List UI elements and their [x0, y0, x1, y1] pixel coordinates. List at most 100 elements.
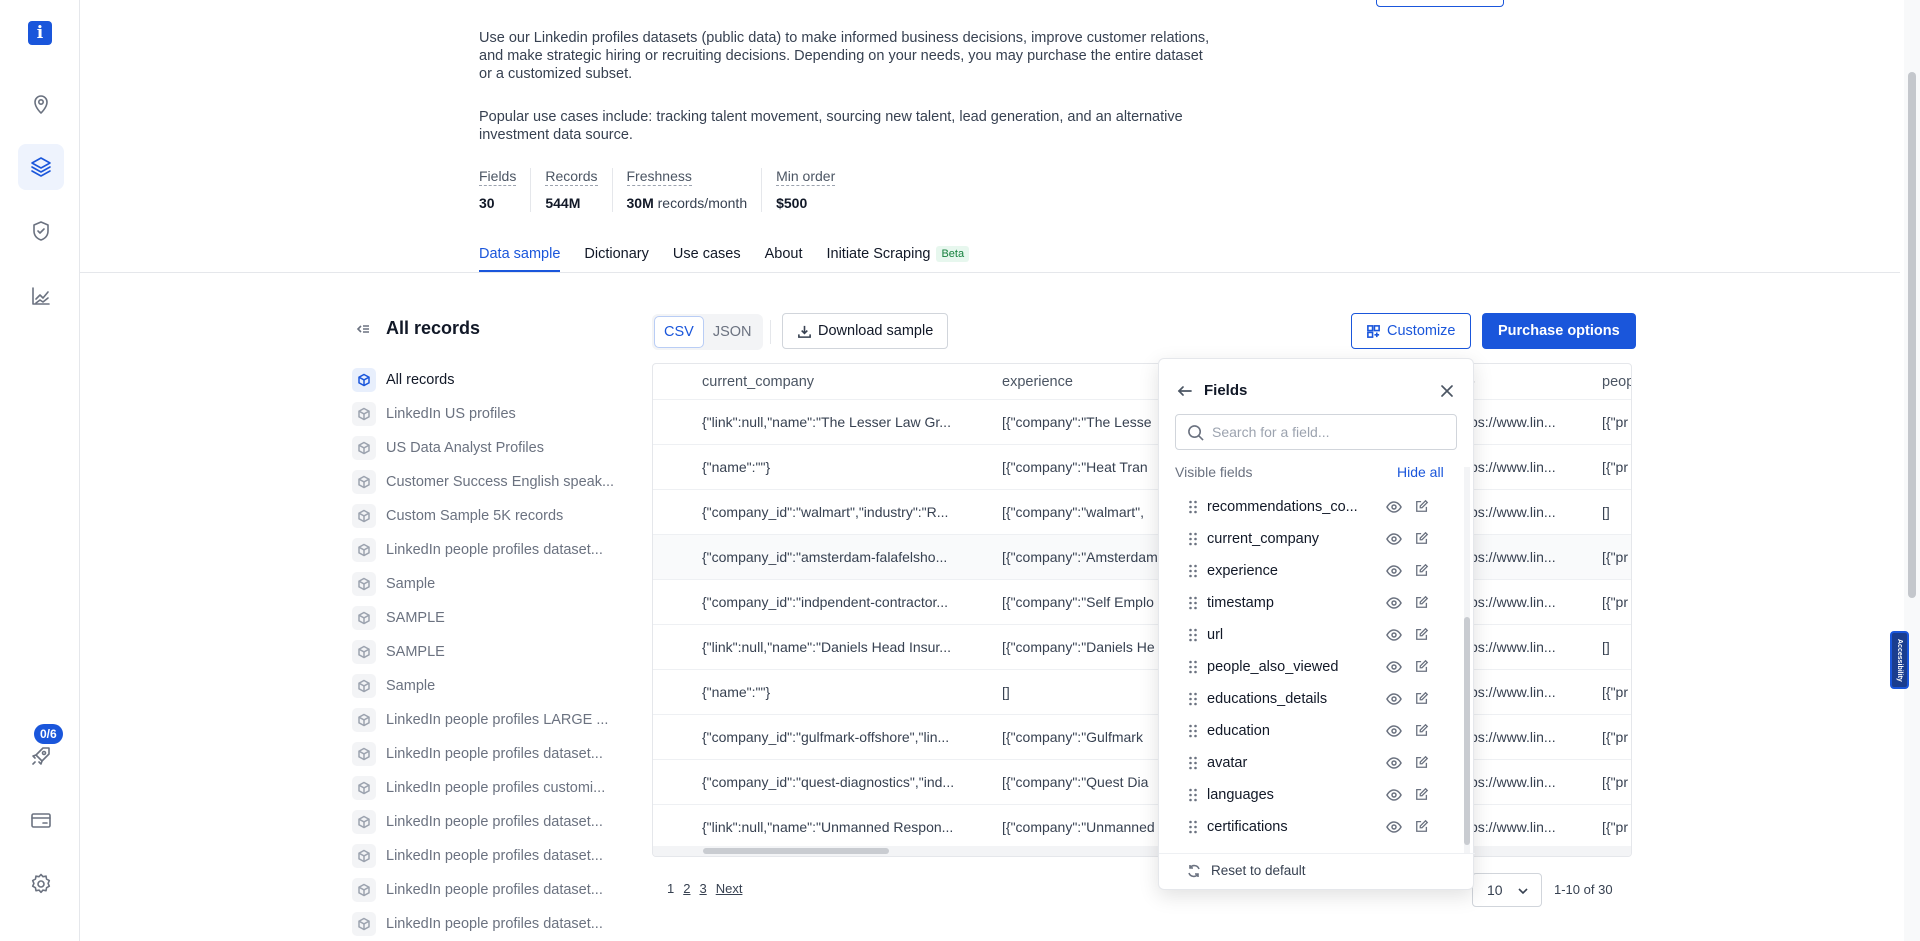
- column-header[interactable]: experience: [1002, 374, 1162, 390]
- gear-icon[interactable]: [18, 861, 64, 907]
- table-row[interactable]: {"link":null,"name":"Unmanned Respon... […: [653, 805, 1631, 850]
- eye-icon[interactable]: [1386, 564, 1402, 578]
- tab-dictionary[interactable]: Dictionary: [584, 244, 648, 272]
- credit-card-icon[interactable]: [18, 797, 64, 843]
- table-row[interactable]: {"name":""} [{"company":"Heat Tran ps://ww…: [653, 445, 1631, 490]
- drag-handle-icon[interactable]: [1188, 724, 1198, 738]
- purchase-options-button[interactable]: Purchase options: [1482, 313, 1636, 349]
- edit-icon[interactable]: [1414, 627, 1430, 643]
- record-list-item[interactable]: SAMPLE: [352, 635, 620, 669]
- record-list-item[interactable]: LinkedIn people profiles dataset...: [352, 533, 620, 567]
- record-list-item[interactable]: LinkedIn people profiles LARGE ...: [352, 703, 620, 737]
- drag-handle-icon[interactable]: [1188, 532, 1198, 546]
- table-row[interactable]: {"name":""} [] ps://www.lin... [{"pr: [653, 670, 1631, 715]
- eye-icon[interactable]: [1386, 660, 1402, 674]
- stat-label[interactable]: Min order: [776, 168, 836, 186]
- accessibility-widget-button[interactable]: Accessibility: [1890, 631, 1909, 689]
- record-list-item[interactable]: Sample: [352, 669, 620, 703]
- eye-icon[interactable]: [1386, 532, 1402, 546]
- stat-label[interactable]: Freshness: [626, 168, 692, 186]
- field-item[interactable]: certifications: [1159, 811, 1459, 843]
- scrollbar-thumb[interactable]: [1908, 72, 1916, 598]
- drag-handle-icon[interactable]: [1188, 564, 1198, 578]
- record-list-item[interactable]: LinkedIn people profiles dataset...: [352, 737, 620, 771]
- shield-check-icon[interactable]: [18, 208, 64, 254]
- edit-icon[interactable]: [1414, 563, 1430, 579]
- tab-data-sample[interactable]: Data sample: [479, 244, 561, 272]
- edit-icon[interactable]: [1414, 659, 1430, 675]
- back-arrow-icon[interactable]: [1177, 383, 1193, 399]
- header-action-button[interactable]: [1376, 0, 1504, 7]
- csv-format-button[interactable]: CSV: [654, 316, 704, 348]
- drag-handle-icon[interactable]: [1188, 692, 1198, 706]
- eye-icon[interactable]: [1386, 724, 1402, 738]
- field-item[interactable]: recommendations_co...: [1159, 491, 1459, 523]
- stat-label[interactable]: Fields: [479, 168, 517, 186]
- table-row[interactable]: {"company_id":"walmart","industry":"R...…: [653, 490, 1631, 535]
- table-row[interactable]: {"company_id":"gulfmark-offshore","lin..…: [653, 715, 1631, 760]
- location-pin-icon[interactable]: [18, 81, 64, 127]
- field-item[interactable]: education: [1159, 715, 1459, 747]
- record-list-item[interactable]: LinkedIn people profiles dataset...: [352, 805, 620, 839]
- page-scrollbar[interactable]: [1904, 0, 1920, 941]
- table-row[interactable]: {"link":null,"name":"The Lesser Law Gr..…: [653, 400, 1631, 445]
- record-list-item[interactable]: Custom Sample 5K records: [352, 499, 620, 533]
- eye-icon[interactable]: [1386, 628, 1402, 642]
- column-header[interactable]: current_company: [702, 374, 992, 390]
- tab-initiate-scraping[interactable]: Initiate Scraping Beta: [826, 244, 970, 272]
- customize-button[interactable]: Customize: [1351, 313, 1471, 349]
- field-item[interactable]: avatar: [1159, 747, 1459, 779]
- edit-icon[interactable]: [1414, 755, 1430, 771]
- json-format-button[interactable]: JSON: [704, 316, 761, 348]
- record-list-item[interactable]: SAMPLE: [352, 601, 620, 635]
- collapse-panel-icon[interactable]: [356, 322, 370, 336]
- drag-handle-icon[interactable]: [1188, 660, 1198, 674]
- eye-icon[interactable]: [1386, 596, 1402, 610]
- edit-icon[interactable]: [1414, 531, 1430, 547]
- reset-to-default-button[interactable]: Reset to default: [1187, 863, 1306, 878]
- record-list-item[interactable]: Customer Success English speak...: [352, 465, 620, 499]
- record-list-item[interactable]: US Data Analyst Profiles: [352, 431, 620, 465]
- close-icon[interactable]: [1439, 383, 1455, 399]
- field-item[interactable]: timestamp: [1159, 587, 1459, 619]
- next-page-link[interactable]: Next: [716, 881, 743, 896]
- record-list-item[interactable]: LinkedIn people profiles dataset...: [352, 839, 620, 873]
- record-list-item[interactable]: All records: [352, 363, 620, 397]
- drag-handle-icon[interactable]: [1188, 596, 1198, 610]
- table-row[interactable]: {"company_id":"amsterdam-falafelsho... [{…: [653, 535, 1631, 580]
- eye-icon[interactable]: [1386, 500, 1402, 514]
- edit-icon[interactable]: [1414, 595, 1430, 611]
- edit-icon[interactable]: [1414, 691, 1430, 707]
- column-header[interactable]: -: [1470, 374, 1570, 390]
- field-item[interactable]: url: [1159, 619, 1459, 651]
- chart-trend-icon[interactable]: [18, 273, 64, 319]
- table-row[interactable]: {"company_id":"quest-diagnostics","ind..…: [653, 760, 1631, 805]
- drag-handle-icon[interactable]: [1188, 788, 1198, 802]
- table-row[interactable]: {"company_id":"indpendent-contractor... […: [653, 580, 1631, 625]
- edit-icon[interactable]: [1414, 819, 1430, 835]
- stat-label[interactable]: Records: [545, 168, 598, 186]
- field-item[interactable]: languages: [1159, 779, 1459, 811]
- edit-icon[interactable]: [1414, 499, 1430, 515]
- scrollbar-thumb[interactable]: [703, 848, 889, 854]
- table-row[interactable]: {"link":null,"name":"Daniels Head Insur.…: [653, 625, 1631, 670]
- page-link[interactable]: 3: [699, 881, 706, 896]
- column-header[interactable]: peop: [1602, 374, 1631, 390]
- eye-icon[interactable]: [1386, 788, 1402, 802]
- field-search-input[interactable]: [1212, 421, 1448, 443]
- drag-handle-icon[interactable]: [1188, 820, 1198, 834]
- field-item[interactable]: current_company: [1159, 523, 1459, 555]
- info-logo-icon[interactable]: i: [28, 21, 52, 45]
- scrollbar-thumb[interactable]: [1464, 617, 1470, 845]
- record-list-item[interactable]: LinkedIn people profiles customi...: [352, 771, 620, 805]
- tab-use-cases[interactable]: Use cases: [673, 244, 741, 272]
- drag-handle-icon[interactable]: [1188, 500, 1198, 514]
- record-list-item[interactable]: LinkedIn people profiles dataset...: [352, 907, 620, 941]
- page-link[interactable]: 1: [667, 881, 674, 896]
- edit-icon[interactable]: [1414, 723, 1430, 739]
- drag-handle-icon[interactable]: [1188, 628, 1198, 642]
- record-list-item[interactable]: LinkedIn US profiles: [352, 397, 620, 431]
- drag-handle-icon[interactable]: [1188, 756, 1198, 770]
- edit-icon[interactable]: [1414, 787, 1430, 803]
- eye-icon[interactable]: [1386, 756, 1402, 770]
